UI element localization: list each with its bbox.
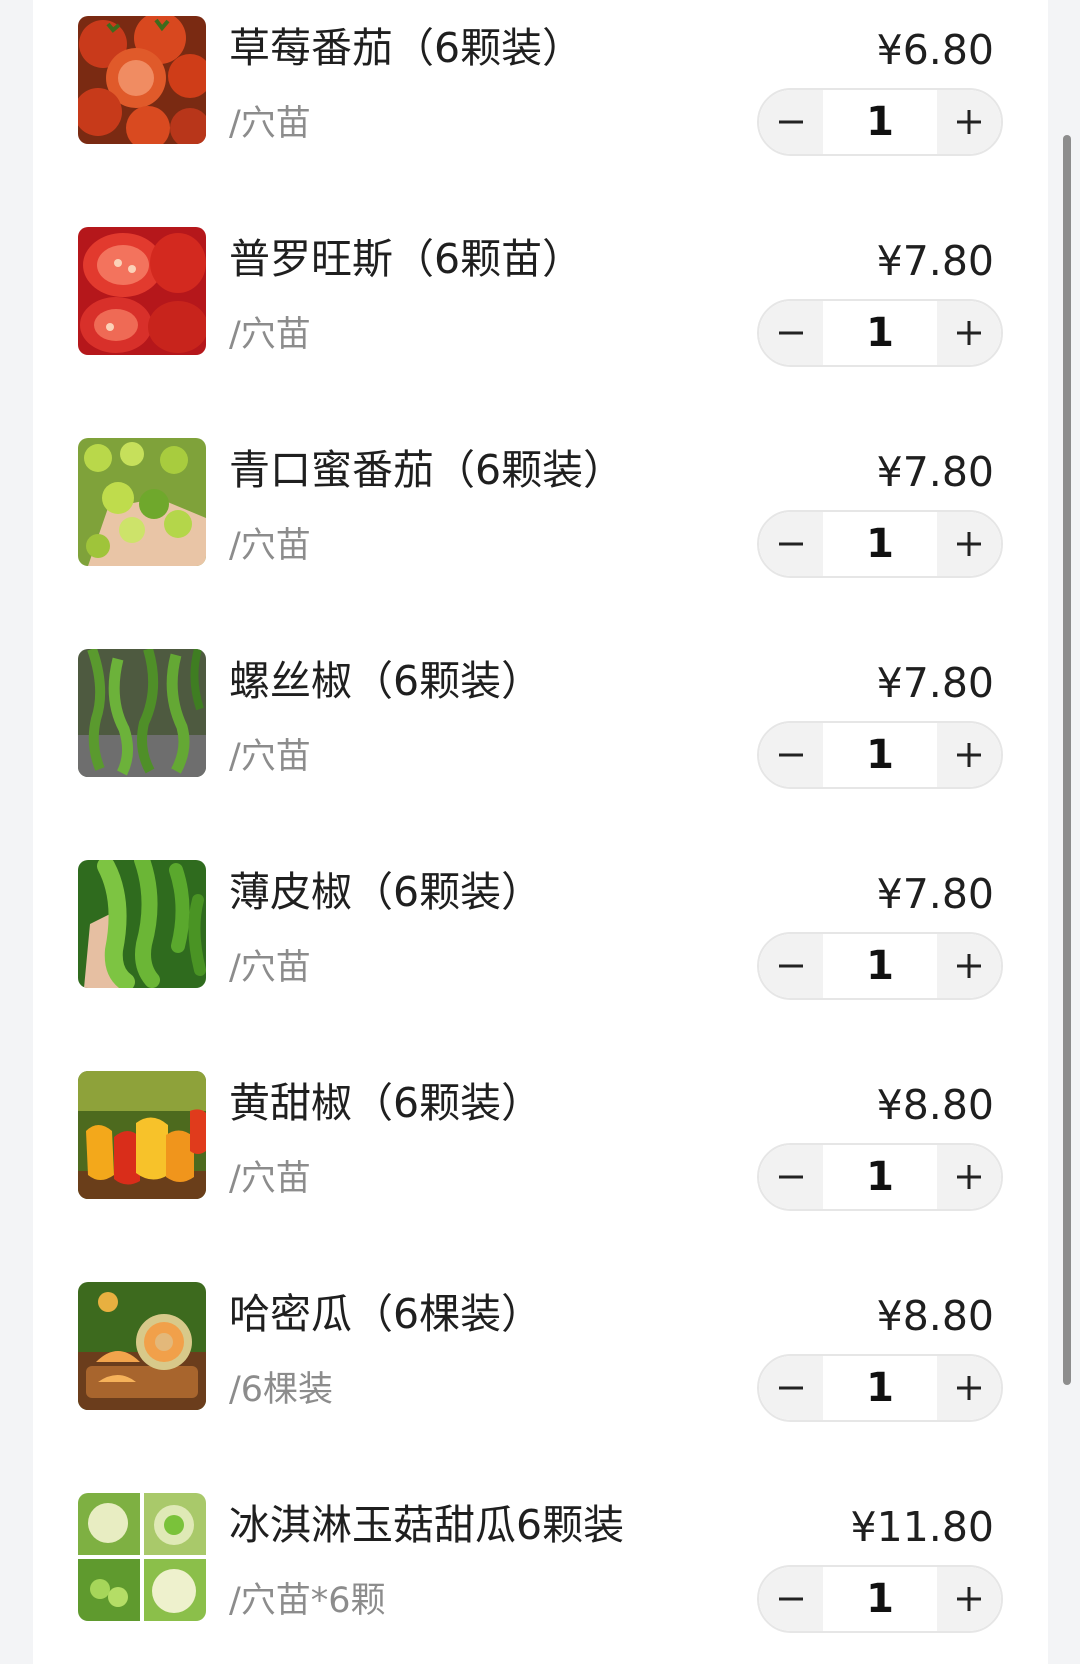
product-item[interactable]: 冰淇淋玉菇甜瓜6颗装 /穴苗*6颗 ¥11.80 1 bbox=[33, 1477, 1048, 1664]
decrease-quantity-button[interactable] bbox=[759, 301, 823, 365]
minus-icon bbox=[779, 542, 803, 546]
plus-icon bbox=[957, 954, 981, 978]
tomato-photo bbox=[78, 16, 206, 144]
quantity-value[interactable]: 1 bbox=[823, 723, 937, 787]
product-image-melon[interactable] bbox=[78, 1282, 206, 1410]
product-unit: /穴苗 bbox=[229, 737, 311, 777]
minus-icon bbox=[779, 753, 803, 757]
minus-icon bbox=[779, 1386, 803, 1390]
product-price: ¥7.80 bbox=[876, 448, 994, 496]
product-image-sweet-melon[interactable] bbox=[78, 1493, 206, 1621]
decrease-quantity-button[interactable] bbox=[759, 934, 823, 998]
quantity-stepper: 1 bbox=[757, 88, 1003, 156]
product-price: ¥7.80 bbox=[876, 870, 994, 918]
green-tomato-photo bbox=[78, 438, 206, 566]
product-item[interactable]: 哈密瓜（6棵装） /6棵装 ¥8.80 1 bbox=[33, 1266, 1048, 1477]
quantity-value[interactable]: 1 bbox=[823, 90, 937, 154]
plus-icon bbox=[957, 743, 981, 767]
plus-icon bbox=[957, 1165, 981, 1189]
scrollbar[interactable] bbox=[1063, 135, 1071, 1385]
minus-icon bbox=[779, 1175, 803, 1179]
product-price: ¥7.80 bbox=[876, 659, 994, 707]
product-name[interactable]: 冰淇淋玉菇甜瓜6颗装 bbox=[229, 1495, 624, 1555]
quantity-stepper: 1 bbox=[757, 1143, 1003, 1211]
product-unit: /穴苗 bbox=[229, 948, 311, 988]
product-name[interactable]: 薄皮椒（6颗装） bbox=[229, 862, 542, 922]
cart-page: 草莓番茄（6颗装） /穴苗 ¥6.80 1 普罗旺斯（6颗苗） /穴苗 ¥7.8… bbox=[0, 0, 1080, 1664]
product-price: ¥8.80 bbox=[876, 1292, 994, 1340]
product-unit: /穴苗*6颗 bbox=[229, 1581, 386, 1621]
plus-icon bbox=[957, 1376, 981, 1400]
quantity-value[interactable]: 1 bbox=[823, 512, 937, 576]
product-name[interactable]: 螺丝椒（6颗装） bbox=[229, 651, 542, 711]
quantity-value[interactable]: 1 bbox=[823, 1567, 937, 1631]
product-image-provence-tomato[interactable] bbox=[78, 227, 206, 355]
minus-icon bbox=[779, 1597, 803, 1601]
melon-photo bbox=[78, 1282, 206, 1410]
minus-icon bbox=[779, 120, 803, 124]
product-price: ¥6.80 bbox=[876, 26, 994, 74]
product-list-panel: 草莓番茄（6颗装） /穴苗 ¥6.80 1 普罗旺斯（6颗苗） /穴苗 ¥7.8… bbox=[33, 0, 1048, 1664]
increase-quantity-button[interactable] bbox=[937, 723, 1001, 787]
plus-icon bbox=[957, 110, 981, 134]
increase-quantity-button[interactable] bbox=[937, 1356, 1001, 1420]
quantity-value[interactable]: 1 bbox=[823, 1356, 937, 1420]
quantity-stepper: 1 bbox=[757, 299, 1003, 367]
product-image-twisted-pepper[interactable] bbox=[78, 649, 206, 777]
increase-quantity-button[interactable] bbox=[937, 1145, 1001, 1209]
sweet-melon-photo bbox=[78, 1493, 206, 1621]
product-price: ¥8.80 bbox=[876, 1081, 994, 1129]
yellow-pepper-photo bbox=[78, 1071, 206, 1199]
quantity-value[interactable]: 1 bbox=[823, 934, 937, 998]
minus-icon bbox=[779, 331, 803, 335]
quantity-stepper: 1 bbox=[757, 932, 1003, 1000]
product-item[interactable]: 普罗旺斯（6颗苗） /穴苗 ¥7.80 1 bbox=[33, 211, 1048, 422]
product-item[interactable]: 螺丝椒（6颗装） /穴苗 ¥7.80 1 bbox=[33, 633, 1048, 844]
product-unit: /穴苗 bbox=[229, 1159, 311, 1199]
quantity-value[interactable]: 1 bbox=[823, 1145, 937, 1209]
product-name[interactable]: 黄甜椒（6颗装） bbox=[229, 1073, 542, 1133]
decrease-quantity-button[interactable] bbox=[759, 723, 823, 787]
product-price: ¥7.80 bbox=[876, 237, 994, 285]
product-unit: /穴苗 bbox=[229, 315, 311, 355]
minus-icon bbox=[779, 964, 803, 968]
increase-quantity-button[interactable] bbox=[937, 934, 1001, 998]
decrease-quantity-button[interactable] bbox=[759, 1356, 823, 1420]
product-item[interactable]: 薄皮椒（6颗装） /穴苗 ¥7.80 1 bbox=[33, 844, 1048, 1055]
increase-quantity-button[interactable] bbox=[937, 90, 1001, 154]
plus-icon bbox=[957, 532, 981, 556]
plus-icon bbox=[957, 1587, 981, 1611]
plus-icon bbox=[957, 321, 981, 345]
product-image-thin-pepper[interactable] bbox=[78, 860, 206, 988]
product-item[interactable]: 草莓番茄（6颗装） /穴苗 ¥6.80 1 bbox=[33, 0, 1048, 211]
quantity-value[interactable]: 1 bbox=[823, 301, 937, 365]
product-unit: /6棵装 bbox=[229, 1370, 334, 1410]
quantity-stepper: 1 bbox=[757, 1354, 1003, 1422]
product-name[interactable]: 青口蜜番茄（6颗装） bbox=[229, 440, 624, 500]
product-name[interactable]: 哈密瓜（6棵装） bbox=[229, 1284, 542, 1344]
decrease-quantity-button[interactable] bbox=[759, 512, 823, 576]
increase-quantity-button[interactable] bbox=[937, 512, 1001, 576]
product-image-yellow-pepper[interactable] bbox=[78, 1071, 206, 1199]
product-name[interactable]: 普罗旺斯（6颗苗） bbox=[229, 229, 583, 289]
increase-quantity-button[interactable] bbox=[937, 301, 1001, 365]
thin-pepper-photo bbox=[78, 860, 206, 988]
quantity-stepper: 1 bbox=[757, 510, 1003, 578]
sliced-tomato-photo bbox=[78, 227, 206, 355]
product-item[interactable]: 青口蜜番茄（6颗装） /穴苗 ¥7.80 1 bbox=[33, 422, 1048, 633]
product-unit: /穴苗 bbox=[229, 526, 311, 566]
product-image-tomato[interactable] bbox=[78, 16, 206, 144]
decrease-quantity-button[interactable] bbox=[759, 1145, 823, 1209]
increase-quantity-button[interactable] bbox=[937, 1567, 1001, 1631]
twisted-pepper-photo bbox=[78, 649, 206, 777]
product-unit: /穴苗 bbox=[229, 104, 311, 144]
quantity-stepper: 1 bbox=[757, 721, 1003, 789]
product-image-green-tomato[interactable] bbox=[78, 438, 206, 566]
quantity-stepper: 1 bbox=[757, 1565, 1003, 1633]
product-price: ¥11.80 bbox=[850, 1503, 994, 1551]
product-item[interactable]: 黄甜椒（6颗装） /穴苗 ¥8.80 1 bbox=[33, 1055, 1048, 1266]
decrease-quantity-button[interactable] bbox=[759, 1567, 823, 1631]
decrease-quantity-button[interactable] bbox=[759, 90, 823, 154]
product-name[interactable]: 草莓番茄（6颗装） bbox=[229, 18, 583, 78]
